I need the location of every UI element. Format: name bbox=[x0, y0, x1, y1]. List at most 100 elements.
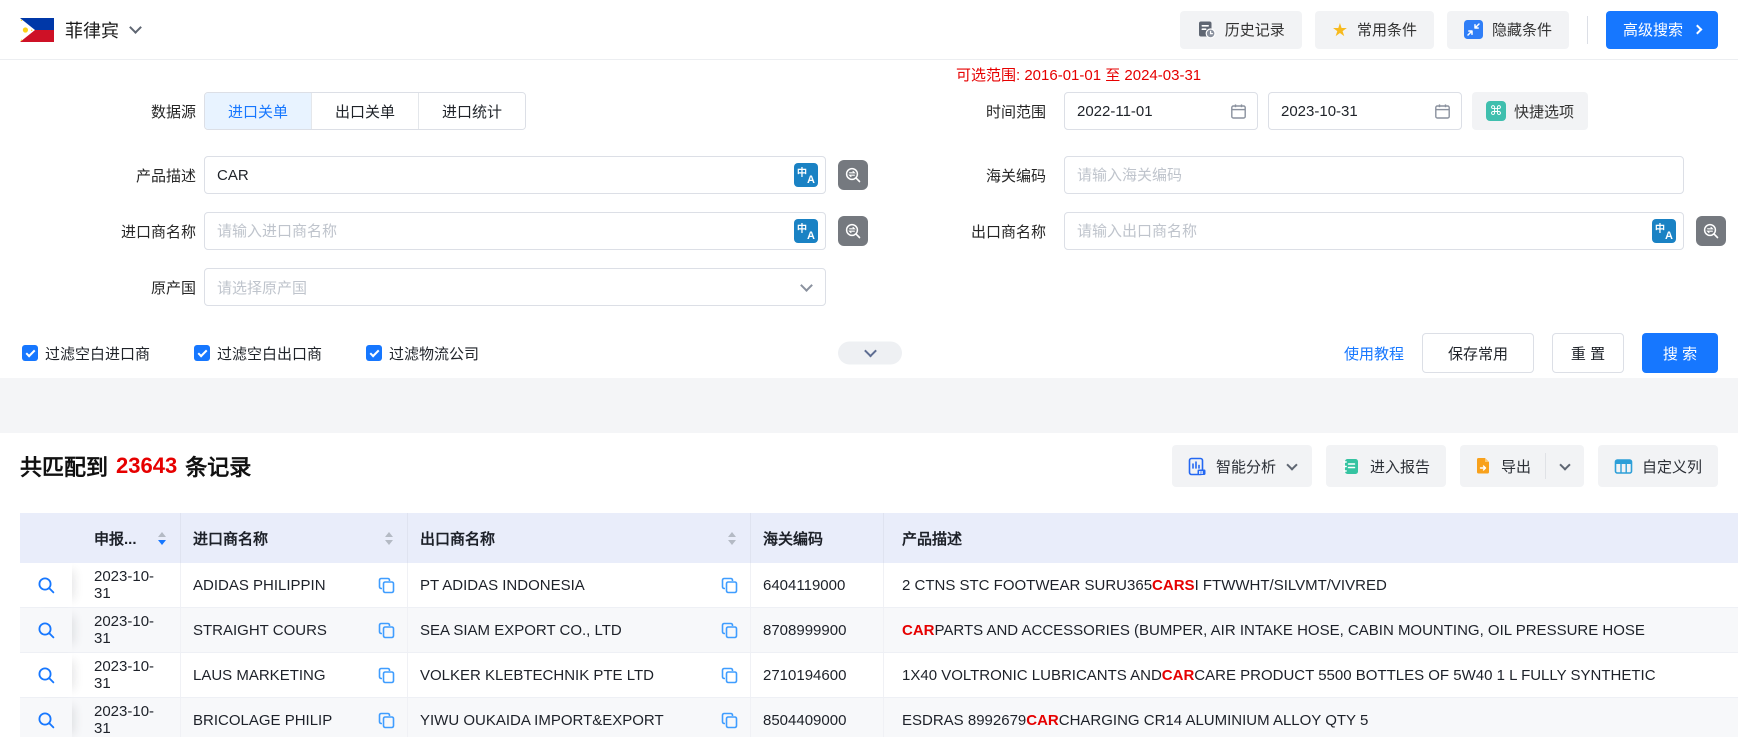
favorites-button[interactable]: ★ 常用条件 bbox=[1315, 11, 1434, 49]
filter-blank-exporter-checkbox[interactable]: 过滤空白出口商 bbox=[194, 343, 322, 364]
command-icon: ⌘ bbox=[1486, 101, 1506, 121]
hide-conditions-label: 隐藏条件 bbox=[1492, 19, 1552, 40]
history-button[interactable]: 历史记录 bbox=[1180, 11, 1302, 49]
filter-label: 过滤物流公司 bbox=[389, 343, 479, 364]
copy-icon[interactable] bbox=[713, 712, 738, 729]
importer-input[interactable] bbox=[204, 212, 826, 250]
cell-hs-code: 2710194600 bbox=[751, 653, 884, 697]
cell-product-desc: ESDRAS 8992679 CAR CHARGING CR14 ALUMINI… bbox=[884, 698, 1738, 737]
origin-country-label: 原产国 bbox=[20, 277, 196, 298]
sort-control[interactable] bbox=[156, 530, 168, 547]
results-count: 23643 bbox=[116, 453, 177, 479]
header-label: 申报... bbox=[94, 528, 137, 549]
hs-code-input[interactable] bbox=[1064, 156, 1684, 194]
cell-importer: LAUS MARKETING bbox=[181, 653, 408, 697]
importer-label: 进口商名称 bbox=[20, 221, 196, 242]
export-label: 导出 bbox=[1501, 456, 1531, 477]
product-desc-input[interactable] bbox=[204, 156, 826, 194]
smart-analysis-label: 智能分析 bbox=[1216, 456, 1276, 477]
calendar-icon bbox=[1434, 103, 1451, 120]
hide-conditions-button[interactable]: 隐藏条件 bbox=[1447, 11, 1569, 49]
sort-desc-icon bbox=[385, 540, 393, 545]
columns-icon bbox=[1614, 457, 1633, 476]
collapse-form-button[interactable] bbox=[838, 342, 902, 365]
sort-desc-icon bbox=[158, 540, 166, 545]
header-hs-code: 海关编码 bbox=[751, 513, 884, 563]
copy-icon[interactable] bbox=[713, 622, 738, 639]
filter-blank-importer-checkbox[interactable]: 过滤空白进口商 bbox=[22, 343, 150, 364]
chevron-down-icon bbox=[800, 279, 813, 292]
time-range-label: 时间范围 bbox=[910, 101, 1046, 122]
exporter-input[interactable] bbox=[1064, 212, 1684, 250]
chevron-right-icon bbox=[1693, 25, 1703, 35]
translate-icon[interactable]: 中A bbox=[794, 163, 818, 187]
history-icon bbox=[1197, 20, 1216, 39]
filter-label: 过滤空白进口商 bbox=[45, 343, 150, 364]
copy-icon[interactable] bbox=[370, 577, 395, 594]
country-selector[interactable]: 菲律宾 bbox=[20, 17, 140, 43]
origin-country-select[interactable]: 请选择原产国 bbox=[204, 268, 826, 306]
table-row: 2023-10-31ADIDAS PHILIPPINPT ADIDAS INDO… bbox=[20, 563, 1738, 608]
export-file-icon bbox=[1474, 457, 1492, 475]
cell-exporter: YIWU OUKAIDA IMPORT&EXPORT bbox=[408, 698, 751, 737]
table-row: 2023-10-31STRAIGHT COURSSEA SIAM EXPORT … bbox=[20, 608, 1738, 653]
advanced-search-button[interactable]: 高级搜索 bbox=[1606, 11, 1718, 49]
tab-import-declarations[interactable]: 进口关单 bbox=[205, 93, 311, 129]
cell-importer: STRAIGHT COURS bbox=[181, 608, 408, 652]
row-detail-search-icon[interactable] bbox=[20, 563, 72, 607]
summary-suffix: 条记录 bbox=[185, 450, 251, 482]
collapse-icon bbox=[1464, 20, 1483, 39]
translate-icon[interactable]: 中A bbox=[794, 219, 818, 243]
bi-chart-icon: BI bbox=[1188, 457, 1207, 476]
cell-importer: BRICOLAGE PHILIP bbox=[181, 698, 408, 737]
summary-prefix: 共匹配到 bbox=[20, 450, 108, 482]
start-date-input[interactable]: 2022-11-01 bbox=[1064, 92, 1258, 130]
copy-icon[interactable] bbox=[713, 577, 738, 594]
row-detail-search-icon[interactable] bbox=[20, 698, 72, 737]
synonym-search-icon[interactable] bbox=[1696, 216, 1726, 246]
translate-icon[interactable]: 中A bbox=[1652, 219, 1676, 243]
header-product-desc: 产品描述 bbox=[884, 513, 1738, 563]
sort-control[interactable] bbox=[383, 530, 395, 547]
header-declare-date: 申报... bbox=[72, 513, 181, 563]
cell-product-desc: 2 CTNS STC FOOTWEAR SURU365 CARS I FTWWH… bbox=[884, 563, 1738, 607]
cell-importer: ADIDAS PHILIPPIN bbox=[181, 563, 408, 607]
end-date-input[interactable]: 2023-10-31 bbox=[1268, 92, 1462, 130]
row-detail-search-icon[interactable] bbox=[20, 653, 72, 697]
reset-button[interactable]: 重 置 bbox=[1552, 333, 1624, 373]
sort-control[interactable] bbox=[726, 530, 738, 547]
export-dropdown-button[interactable] bbox=[1546, 445, 1584, 487]
synonym-search-icon[interactable] bbox=[838, 216, 868, 246]
checkbox-checked-icon bbox=[22, 345, 38, 361]
cell-product-desc: 1X40 VOLTRONIC LUBRICANTS AND CAR CARE P… bbox=[884, 653, 1738, 697]
tab-export-declarations[interactable]: 出口关单 bbox=[311, 93, 418, 129]
tab-import-statistics[interactable]: 进口统计 bbox=[418, 93, 525, 129]
header-exporter: 出口商名称 bbox=[408, 513, 751, 563]
synonym-search-icon[interactable] bbox=[838, 160, 868, 190]
filter-logistics-checkbox[interactable]: 过滤物流公司 bbox=[366, 343, 479, 364]
cell-exporter: VOLKER KLEBTECHNIK PTE LTD bbox=[408, 653, 751, 697]
save-conditions-button[interactable]: 保存常用 bbox=[1422, 333, 1534, 373]
cell-declare-date: 2023-10-31 bbox=[72, 563, 181, 607]
divider bbox=[1587, 16, 1588, 44]
smart-analysis-button[interactable]: BI 智能分析 bbox=[1172, 445, 1312, 487]
copy-icon[interactable] bbox=[713, 667, 738, 684]
results-table: 申报... 进口商名称 出口商名称 海关编码 bbox=[20, 513, 1738, 737]
custom-columns-button[interactable]: 自定义列 bbox=[1598, 445, 1718, 487]
cell-hs-code: 8504409000 bbox=[751, 698, 884, 737]
quick-options-button[interactable]: ⌘ 快捷选项 bbox=[1472, 92, 1588, 130]
search-button[interactable]: 搜 索 bbox=[1642, 333, 1718, 373]
enter-report-button[interactable]: 进入报告 bbox=[1326, 445, 1446, 487]
tutorial-link[interactable]: 使用教程 bbox=[1344, 343, 1404, 364]
row-detail-search-icon[interactable] bbox=[20, 608, 72, 652]
sort-asc-icon bbox=[385, 532, 393, 537]
search-form: 可选范围: 2016-01-01 至 2024-03-31 数据源 进口关单 出… bbox=[0, 60, 1738, 370]
export-button[interactable]: 导出 bbox=[1460, 445, 1584, 487]
copy-icon[interactable] bbox=[370, 712, 395, 729]
origin-placeholder: 请选择原产国 bbox=[217, 277, 307, 298]
cell-declare-date: 2023-10-31 bbox=[72, 698, 181, 737]
star-icon: ★ bbox=[1332, 21, 1348, 39]
table-body: 2023-10-31ADIDAS PHILIPPINPT ADIDAS INDO… bbox=[20, 563, 1738, 737]
copy-icon[interactable] bbox=[370, 622, 395, 639]
copy-icon[interactable] bbox=[370, 667, 395, 684]
